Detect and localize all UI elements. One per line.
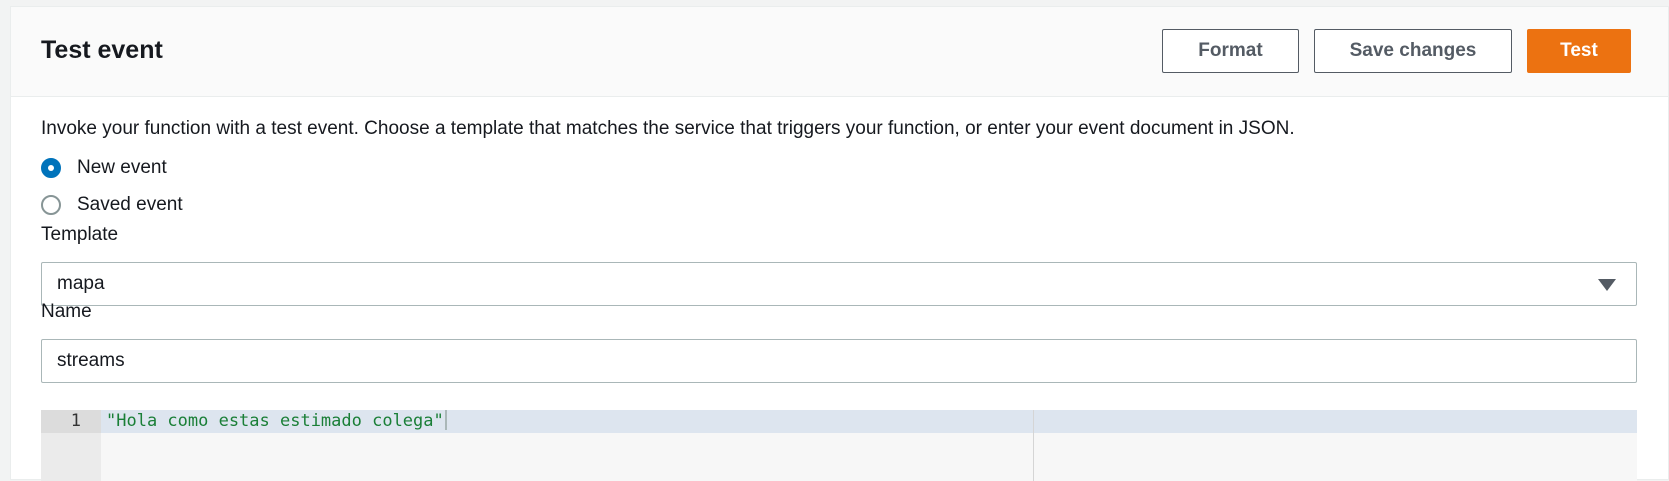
print-margin: [1033, 410, 1034, 481]
format-button[interactable]: Format: [1162, 29, 1299, 73]
name-label: Name: [41, 301, 92, 322]
line-number: 1: [70, 411, 81, 431]
test-event-panel: Test event Format Save changes Test Invo…: [10, 6, 1669, 481]
new-event-label: New event: [77, 157, 167, 178]
panel-header: Test event Format Save changes Test: [11, 7, 1668, 97]
code-line-text: "Hola como estas estimado colega": [106, 411, 444, 431]
panel-title: Test event: [41, 36, 163, 64]
template-label: Template: [41, 224, 119, 245]
new-event-radio[interactable]: [41, 158, 61, 178]
saved-event-label: Saved event: [77, 194, 183, 215]
test-button[interactable]: Test: [1527, 29, 1631, 73]
caret-down-icon: [1598, 279, 1616, 291]
saved-event-radio[interactable]: [41, 195, 61, 215]
template-select-value: mapa: [57, 273, 105, 294]
saved-event-option[interactable]: Saved event: [41, 193, 183, 217]
json-editor[interactable]: 1 "Hola como estas estimado colega": [41, 410, 1637, 481]
save-changes-button[interactable]: Save changes: [1314, 29, 1512, 73]
description-text: Invoke your function with a test event. …: [41, 118, 1295, 139]
text-cursor: [444, 410, 447, 430]
code-line[interactable]: "Hola como estas estimado colega": [106, 410, 447, 433]
event-name-input[interactable]: [41, 339, 1637, 383]
new-event-option[interactable]: New event: [41, 156, 167, 180]
template-select[interactable]: mapa: [41, 262, 1637, 306]
